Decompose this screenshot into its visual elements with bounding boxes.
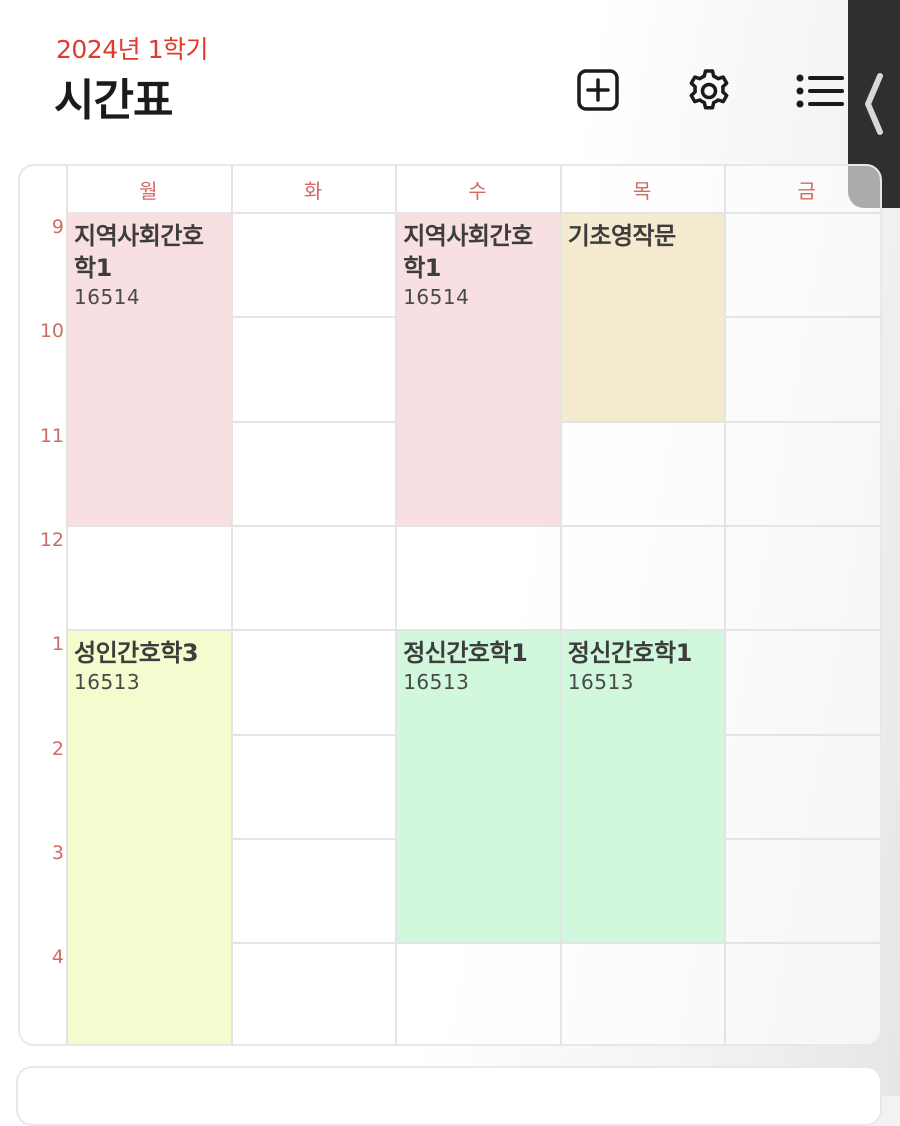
hour-label: 12 (39, 528, 64, 551)
course-name: 지역사회간호학1 (403, 222, 533, 282)
course-block[interactable]: 정신간호학1 16513 (397, 631, 560, 943)
course-name: 정신간호학1 (567, 639, 693, 668)
add-course-button[interactable] (572, 64, 624, 116)
list-icon (796, 74, 844, 108)
settings-button[interactable] (682, 64, 736, 118)
hour-label: 10 (39, 320, 64, 343)
hour-label: 2 (51, 737, 64, 760)
hour-label: 4 (51, 946, 64, 969)
day-header: 목 (632, 178, 652, 203)
course-name: 성인간호학3 (74, 639, 199, 668)
course-name: 정신간호학1 (403, 639, 528, 668)
day-header: 월 (139, 178, 158, 203)
hour-label: 9 (51, 216, 64, 238)
course-room: 16514 (403, 285, 470, 309)
hour-label: 1 (51, 633, 64, 656)
course-block[interactable]: 지역사회간호학1 16514 (397, 214, 560, 525)
course-name: 지역사회간호학1 (74, 222, 204, 282)
page-title: 시간표 (54, 75, 173, 126)
course-room: 16513 (74, 670, 141, 695)
gear-icon (689, 69, 729, 110)
grid-line-vertical (230, 166, 233, 1044)
semester-label[interactable]: 2024년 1학기 (56, 30, 208, 66)
course-block[interactable]: 성인간호학3 16513 (68, 631, 231, 1044)
course-block[interactable]: 기초영작문 (561, 214, 725, 421)
plus-square-icon (577, 69, 619, 111)
course-block[interactable]: 정신간호학1 16513 (561, 631, 725, 943)
course-block[interactable]: 지역사회간호학1 16514 (68, 214, 231, 525)
bottom-card (16, 1066, 882, 1126)
course-room: 16513 (567, 670, 634, 695)
day-header: 금 (797, 178, 816, 203)
grid-line-horizontal (66, 524, 880, 527)
day-header: 화 (303, 178, 323, 203)
grid-line-vertical (724, 166, 727, 1044)
course-name: 기초영작문 (567, 222, 676, 250)
course-room: 16514 (74, 285, 141, 309)
hour-label: 11 (39, 424, 64, 447)
course-room: 16513 (403, 670, 470, 695)
day-header: 수 (468, 178, 487, 203)
list-button[interactable] (792, 66, 848, 116)
chevron-left-icon (865, 73, 883, 135)
hour-label: 3 (51, 841, 64, 864)
timetable-grid: 월 화 수 목 금 9 10 11 12 1 2 3 4 지역사회간호학1 16514 지역사회간호학1 165… (18, 164, 882, 1046)
